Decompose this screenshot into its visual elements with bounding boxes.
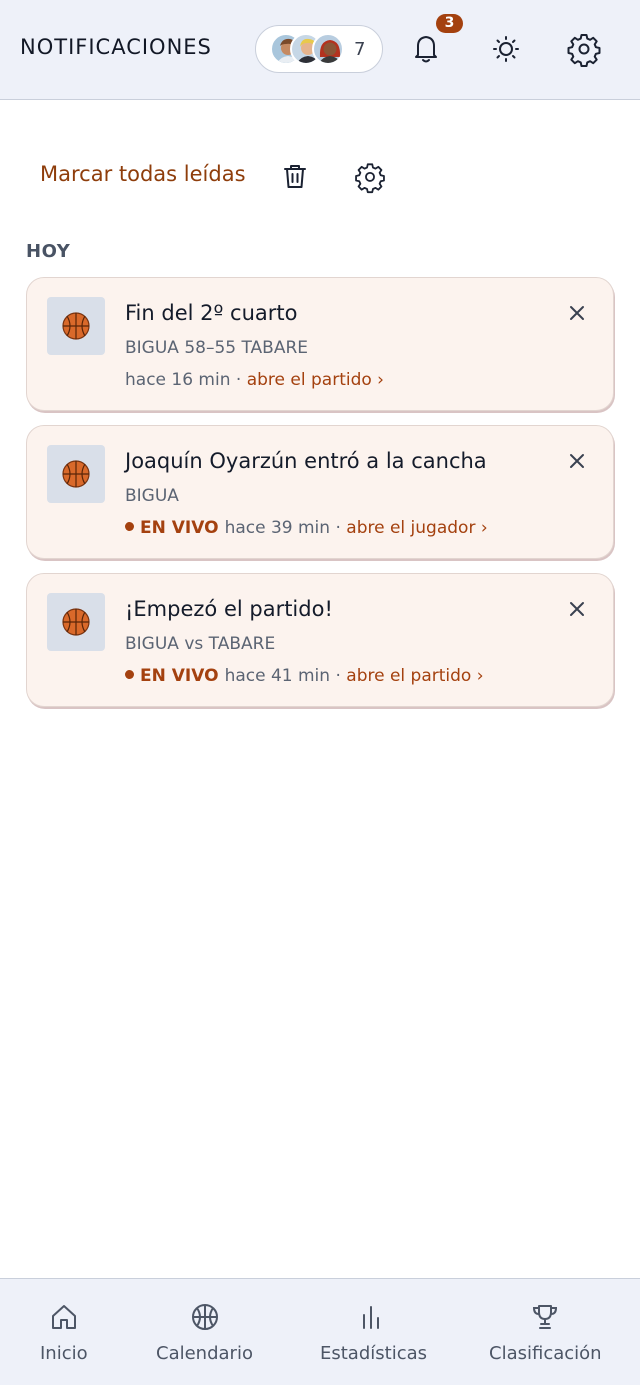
notification-subtitle: BIGUA 58–55 TABARE xyxy=(125,338,309,358)
notification-card[interactable]: Fin del 2º cuarto BIGUA 58–55 TABARE hac… xyxy=(26,277,614,411)
bottom-navigation: Inicio Calendario Estadísticas Clasifica… xyxy=(0,1278,640,1385)
followed-count: 7 xyxy=(354,39,366,60)
nav-label: Clasificación xyxy=(489,1343,602,1364)
nav-label: Calendario xyxy=(156,1343,253,1364)
trash-icon xyxy=(284,165,306,188)
close-icon xyxy=(570,306,584,320)
sun-icon xyxy=(493,36,519,62)
gear-icon xyxy=(567,34,601,67)
dismiss-button[interactable] xyxy=(567,599,587,619)
basketball-icon xyxy=(62,608,90,636)
bar-chart-icon xyxy=(363,1306,379,1329)
followed-players-pill[interactable]: 7 xyxy=(255,25,383,73)
notification-subtitle: BIGUA vs TABARE xyxy=(125,634,276,654)
meta-separator: · xyxy=(230,370,247,390)
dismiss-button[interactable] xyxy=(567,451,587,471)
notification-time: hace 41 min xyxy=(224,666,331,686)
notification-count-badge: 3 xyxy=(436,14,463,33)
notification-time: hace 16 min xyxy=(125,370,231,390)
section-label-today: HOY xyxy=(26,241,71,262)
notification-settings-button[interactable] xyxy=(352,158,388,194)
avatar xyxy=(312,33,344,65)
notification-thumbnail xyxy=(47,445,105,503)
notification-title: ¡Empezó el partido! xyxy=(125,597,333,621)
notification-card[interactable]: Joaquín Oyarzún entró a la cancha BIGUA … xyxy=(26,425,614,559)
live-dot-icon xyxy=(125,522,134,531)
notification-time: hace 39 min xyxy=(224,518,331,538)
notification-meta: EN VIVO hace 41 min · abre el partido › xyxy=(125,666,484,686)
notification-meta: hace 16 min · abre el partido › xyxy=(125,370,384,390)
page-title: NOTIFICACIONES xyxy=(20,35,212,59)
nav-item-calendario[interactable]: Calendario xyxy=(140,1279,270,1385)
live-dot-icon xyxy=(125,670,134,679)
basketball-icon xyxy=(62,460,90,488)
gear-icon xyxy=(355,163,385,194)
nav-item-estadisticas[interactable]: Estadísticas xyxy=(305,1279,445,1385)
bell-icon xyxy=(415,36,437,63)
notification-card[interactable]: ¡Empezó el partido! BIGUA vs TABARE EN V… xyxy=(26,573,614,707)
notification-subtitle: BIGUA xyxy=(125,486,179,506)
notification-meta: EN VIVO hace 39 min · abre el jugador › xyxy=(125,518,488,538)
open-player-link[interactable]: abre el jugador › xyxy=(346,518,487,538)
notifications-button[interactable] xyxy=(406,28,446,68)
mark-all-read-button[interactable]: Marcar todas leídas xyxy=(40,162,246,186)
open-match-link[interactable]: abre el partido › xyxy=(247,370,384,390)
basketball-outline-icon xyxy=(192,1304,218,1330)
basketball-icon xyxy=(62,312,90,340)
live-label: EN VIVO xyxy=(140,518,219,538)
delete-all-button[interactable] xyxy=(277,158,313,194)
meta-separator: · xyxy=(330,666,347,686)
open-match-link[interactable]: abre el partido › xyxy=(346,666,483,686)
notification-title: Fin del 2º cuarto xyxy=(125,301,298,325)
nav-item-inicio[interactable]: Inicio xyxy=(0,1279,128,1385)
nav-label: Estadísticas xyxy=(320,1343,428,1364)
theme-toggle-button[interactable] xyxy=(486,28,526,68)
notification-title: Joaquín Oyarzún entró a la cancha xyxy=(125,449,487,473)
nav-label: Inicio xyxy=(40,1343,88,1364)
live-label: EN VIVO xyxy=(140,666,219,686)
meta-separator: · xyxy=(330,518,347,538)
home-icon xyxy=(52,1305,76,1329)
top-app-bar: NOTIFICACIONES 7 3 xyxy=(0,0,640,100)
close-icon xyxy=(570,602,584,616)
nav-item-clasificacion[interactable]: Clasificación xyxy=(480,1279,630,1385)
dismiss-button[interactable] xyxy=(567,303,587,323)
close-icon xyxy=(570,454,584,468)
settings-button[interactable] xyxy=(564,28,604,68)
notification-thumbnail xyxy=(47,297,105,355)
notification-thumbnail xyxy=(47,593,105,651)
trophy-icon xyxy=(532,1305,558,1329)
